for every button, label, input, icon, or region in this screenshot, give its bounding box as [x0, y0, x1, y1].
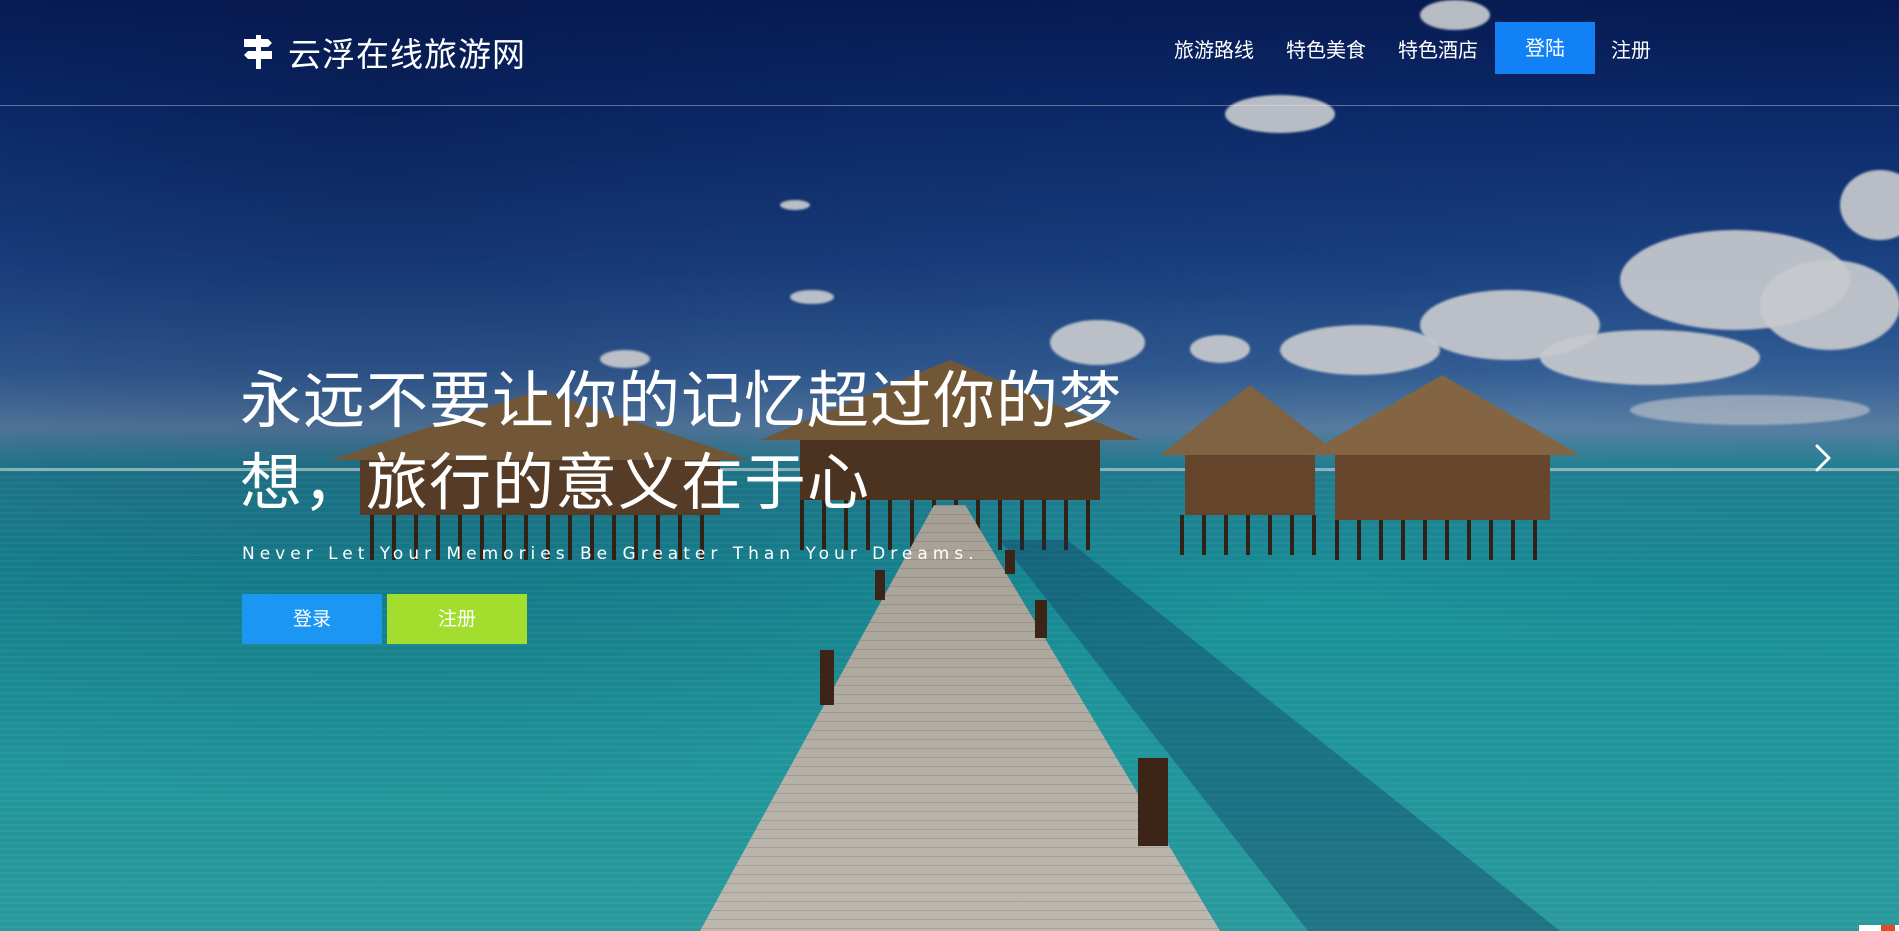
signpost-icon [242, 35, 274, 69]
hero-banner: 云浮在线旅游网 旅游路线 特色美食 特色酒店 登陆 注册 永远不要让你的记忆超过… [0, 0, 1899, 931]
chevron-right-icon[interactable] [1805, 440, 1841, 476]
nav-register-link[interactable]: 注册 [1611, 34, 1651, 63]
hero-headline-line1: 永远不要让你的记忆超过你的梦 [240, 364, 1123, 437]
hero-headline: 永远不要让你的记忆超过你的梦 想，旅行的意义在于心 [240, 360, 1200, 524]
brand-name: 云浮在线旅游网 [288, 35, 526, 74]
brand-logo[interactable]: 云浮在线旅游网 [242, 28, 526, 76]
hero-headline-line2: 想，旅行的意义在于心 [240, 446, 871, 519]
hero-register-button[interactable]: 注册 [387, 594, 527, 644]
main-nav: 旅游路线 特色美食 特色酒店 登陆 注册 [1142, 22, 1651, 74]
corner-widget[interactable] [1859, 925, 1899, 931]
nav-item-hotels[interactable]: 特色酒店 [1398, 34, 1478, 63]
nav-item-routes[interactable]: 旅游路线 [1174, 34, 1254, 63]
nav-item-food[interactable]: 特色美食 [1286, 34, 1366, 63]
top-navbar: 云浮在线旅游网 旅游路线 特色美食 特色酒店 登陆 注册 [0, 0, 1899, 106]
nav-login-button[interactable]: 登陆 [1495, 22, 1595, 74]
hero-login-button[interactable]: 登录 [242, 594, 382, 644]
hero-subtitle: Never Let Your Memories Be Greater Than … [242, 544, 979, 564]
